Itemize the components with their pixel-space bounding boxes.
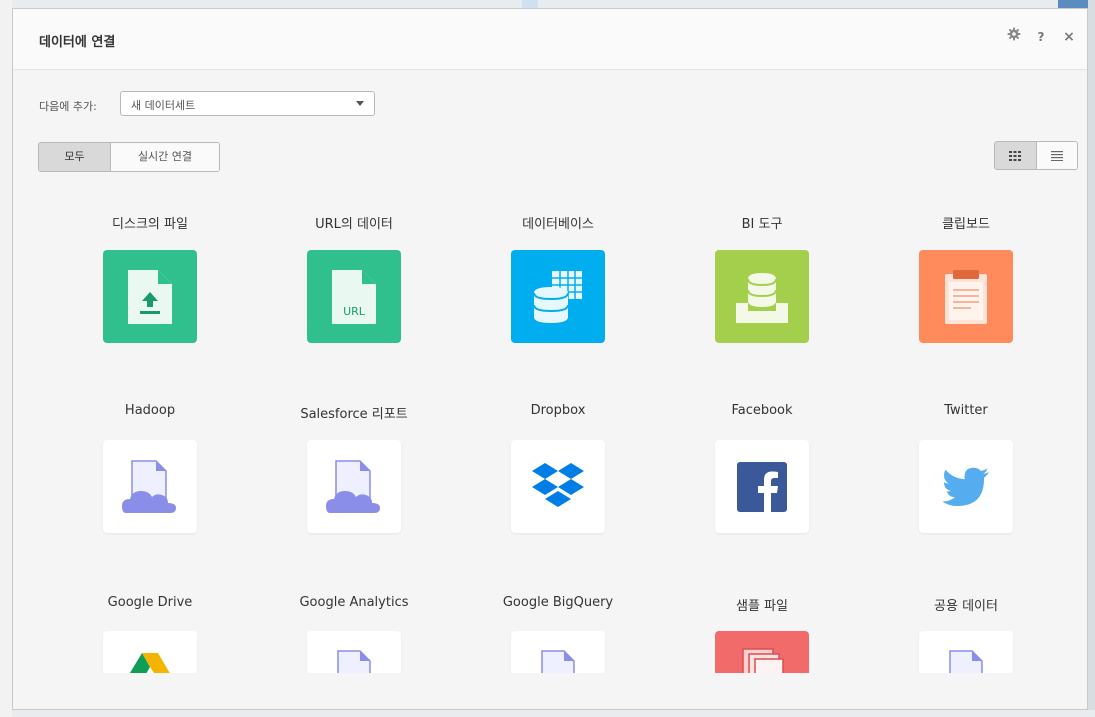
connect-data-dialog: 데이터에 연결 ? × 다음에 추가: 새 데이터세트 모두 실시간 연결 디스… xyxy=(12,8,1088,710)
url-icon-text: URL xyxy=(343,305,366,318)
source-label: Hadoop xyxy=(124,403,176,418)
source-label: Google Drive xyxy=(107,595,193,610)
background-window-right xyxy=(1088,0,1095,717)
clipboard-icon xyxy=(945,269,987,324)
source-label: 디스크의 파일 xyxy=(112,217,188,232)
grid-view-icon xyxy=(1009,150,1022,161)
dataset-select-value: 새 데이터세트 xyxy=(131,99,196,112)
twitter-icon xyxy=(942,467,989,506)
list-view-icon xyxy=(1050,150,1063,161)
filter-live-connection-button[interactable]: 실시간 연결 xyxy=(111,143,219,171)
source-tile-hadoop[interactable] xyxy=(103,440,197,533)
dialog-header: 데이터에 연결 ? × xyxy=(13,9,1087,70)
close-icon[interactable]: × xyxy=(1059,27,1079,47)
source-tile-twitter[interactable] xyxy=(919,440,1013,533)
list-view-button[interactable] xyxy=(1036,142,1077,169)
source-tile-database[interactable] xyxy=(511,250,605,343)
source-label: 샘플 파일 xyxy=(736,599,788,614)
source-tile-dropbox[interactable] xyxy=(511,440,605,533)
dataset-select[interactable]: 새 데이터세트 xyxy=(120,91,375,116)
gear-icon[interactable] xyxy=(1004,27,1024,47)
source-tile-facebook[interactable] xyxy=(715,440,809,533)
source-label: Facebook xyxy=(731,403,793,418)
url-file-icon: URL xyxy=(332,269,376,324)
source-label: 공용 데이터 xyxy=(934,599,998,614)
cloud-file-icon xyxy=(326,459,380,513)
source-label: Google BigQuery xyxy=(502,595,614,610)
database-icon xyxy=(533,270,582,323)
source-label: 클립보드 xyxy=(942,217,990,232)
source-tile-salesforce[interactable] xyxy=(307,440,401,533)
source-label: Google Analytics xyxy=(299,595,409,610)
dropbox-icon xyxy=(532,462,584,507)
source-label: 데이터베이스 xyxy=(522,217,594,232)
source-tile-url-data[interactable]: URL xyxy=(307,250,401,343)
view-toggle xyxy=(994,141,1078,170)
add-to-label: 다음에 추가: xyxy=(39,100,97,113)
source-label: Dropbox xyxy=(530,403,586,418)
background-window-top xyxy=(12,0,1095,8)
cloud-file-icon xyxy=(122,459,176,513)
source-label: Twitter xyxy=(944,403,988,418)
file-upload-icon xyxy=(128,269,172,324)
dialog-title: 데이터에 연결 xyxy=(39,35,116,50)
source-tile-disk-file[interactable] xyxy=(103,250,197,343)
source-label: BI 도구 xyxy=(741,217,783,232)
grid-view-button[interactable] xyxy=(995,142,1037,169)
bi-tool-icon xyxy=(736,272,788,323)
source-filter-group: 모두 실시간 연결 xyxy=(38,142,220,172)
source-label: Salesforce 리포트 xyxy=(300,407,408,422)
filter-all-button[interactable]: 모두 xyxy=(39,143,111,171)
scroll-clip-area xyxy=(13,673,1087,709)
source-tile-clipboard[interactable] xyxy=(919,250,1013,343)
source-label: URL의 데이터 xyxy=(315,217,393,232)
facebook-icon xyxy=(737,461,787,512)
help-icon[interactable]: ? xyxy=(1031,27,1051,47)
background-window-bottom xyxy=(12,710,1095,717)
source-tile-bi-tool[interactable] xyxy=(715,250,809,343)
chevron-down-icon xyxy=(356,101,364,106)
